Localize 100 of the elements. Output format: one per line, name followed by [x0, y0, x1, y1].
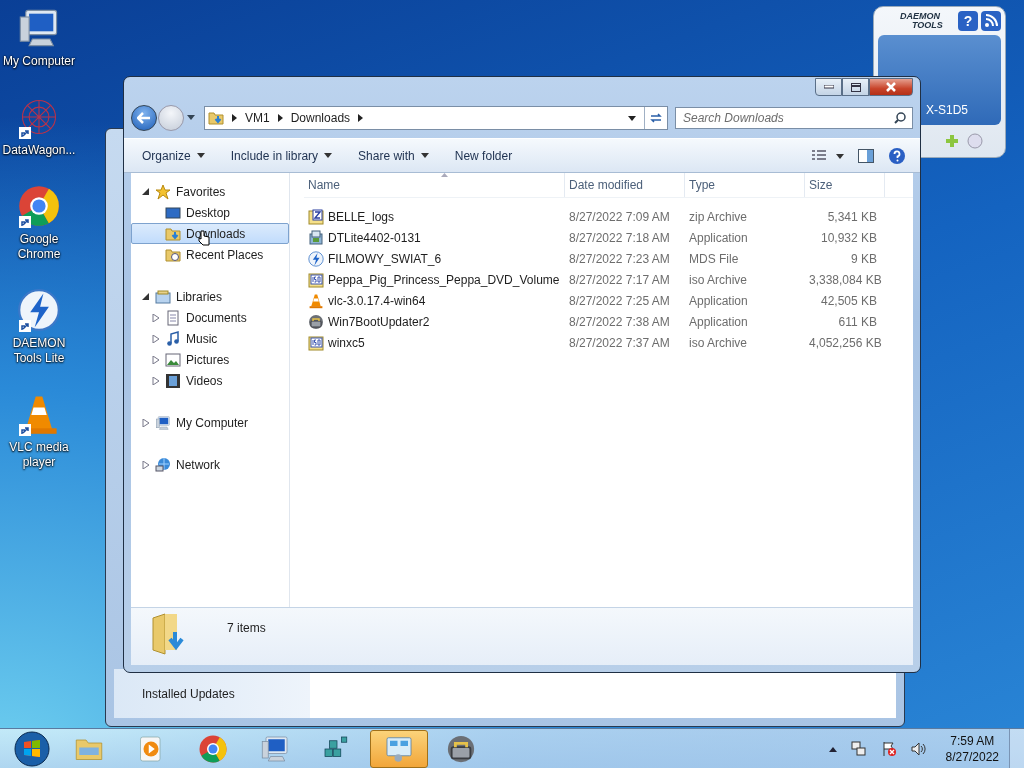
item-count: 7 items: [227, 621, 266, 635]
breadcrumb-arrow-icon[interactable]: [232, 114, 237, 122]
date-cell-text: 8/27/2022 7:09 AM: [568, 209, 671, 224]
collapsed-arrow-icon[interactable]: [142, 418, 150, 427]
address-bar[interactable]: VM1 Downloads: [204, 106, 668, 130]
file-name[interactable]: Win7BootUpdater2: [328, 314, 430, 329]
breadcrumb-item[interactable]: VM1: [245, 111, 270, 125]
installer-icon: [308, 229, 324, 246]
dropdown-caret-icon[interactable]: [628, 115, 636, 121]
column-header[interactable]: Size: [805, 173, 885, 197]
type-cell-text: iso Archive: [688, 335, 749, 350]
collapsed-arrow-icon[interactable]: [152, 334, 160, 343]
lightning-icon: [308, 250, 324, 267]
desktop-icon-label[interactable]: My Computer: [1, 54, 77, 69]
type-cell-text: Application: [688, 230, 749, 245]
help-icon[interactable]: [888, 146, 906, 165]
desktop-icon: [165, 204, 181, 221]
nav-item[interactable]: Music: [131, 328, 289, 349]
zip-file-icon: [308, 208, 324, 225]
toolbar-button[interactable]: Organize: [136, 144, 211, 167]
file-name[interactable]: DTLite4402-0131: [328, 230, 421, 245]
chrome-icon: [198, 733, 228, 764]
refresh-icon: [649, 112, 663, 124]
maximize-icon: [850, 82, 861, 92]
file-name[interactable]: vlc-3.0.17.4-win64: [328, 293, 426, 308]
date-cell-text: 8/27/2022 7:23 AM: [568, 251, 671, 266]
toolbox-icon: [446, 733, 476, 764]
feed-icon[interactable]: [981, 11, 1001, 31]
type-cell-text: Application: [688, 314, 749, 329]
toolbar-button[interactable]: New folder: [448, 144, 519, 167]
traffic-cone-icon: [308, 292, 324, 309]
date-cell-text: 8/27/2022 7:25 AM: [568, 293, 671, 308]
size-cell-text: 9 KB: [850, 251, 877, 266]
lightning-icon: [17, 288, 61, 332]
installed-updates-link[interactable]: Installed Updates: [142, 686, 235, 701]
toolbar-button[interactable]: Include in library: [224, 144, 339, 167]
file-name[interactable]: Peppa_Pig_Princess_Peppa_DVD_Volume: [328, 272, 560, 287]
start-button[interactable]: [13, 729, 51, 768]
breadcrumb-arrow-icon[interactable]: [358, 114, 364, 122]
column-header[interactable]: Type: [685, 173, 805, 197]
download-folder-icon: [208, 110, 224, 126]
file-name[interactable]: FILMOWY_SWIAT_6: [328, 251, 442, 266]
close-icon: [885, 82, 897, 92]
preview-pane-icon[interactable]: [858, 148, 874, 163]
expanded-arrow-icon[interactable]: [142, 292, 150, 301]
file-name[interactable]: winxc5: [328, 335, 365, 350]
flag-icon[interactable]: [880, 740, 897, 757]
show-hidden-icons-icon[interactable]: [828, 745, 837, 752]
type-cell-text: MDS File: [688, 251, 740, 266]
collapsed-arrow-icon[interactable]: [152, 376, 160, 385]
nav-item[interactable]: Pictures: [131, 349, 289, 370]
disc-image-icon: [308, 271, 324, 288]
toolbar-button[interactable]: Share with: [352, 144, 435, 167]
breadcrumb-arrow-icon[interactable]: [277, 114, 283, 122]
size-cell-text: 611 KB: [837, 314, 877, 329]
nav-item[interactable]: Libraries: [131, 286, 289, 307]
view-options-icon[interactable]: [812, 149, 844, 162]
nav-item[interactable]: My Computer: [131, 412, 289, 433]
type-cell-text: Application: [688, 293, 749, 308]
date-cell-text: 8/27/2022 7:37 AM: [568, 335, 671, 350]
breadcrumb-item[interactable]: Downloads: [290, 111, 351, 125]
taskbar-app-button[interactable]: [370, 729, 428, 768]
collapsed-arrow-icon[interactable]: [152, 355, 160, 364]
nav-item[interactable]: Documents: [131, 307, 289, 328]
date-cell-text: 8/27/2022 7:17 AM: [568, 272, 671, 287]
expanded-arrow-icon[interactable]: [142, 187, 150, 196]
search-icon[interactable]: [894, 112, 906, 124]
nav-item[interactable]: Network: [131, 454, 289, 475]
nav-item[interactable]: Desktop: [131, 202, 289, 223]
collapsed-arrow-icon[interactable]: [152, 313, 160, 322]
speaker-icon[interactable]: [910, 740, 927, 757]
file-name[interactable]: BELLE_logs: [328, 209, 395, 224]
search-field[interactable]: Search Downloads: [675, 107, 913, 129]
date-cell-text: 8/27/2022 7:18 AM: [568, 230, 671, 245]
desktop-icon-label[interactable]: DAEMON Tools Lite: [1, 336, 77, 366]
minimize-button[interactable]: [815, 78, 842, 96]
network-icon[interactable]: [850, 740, 867, 757]
type-cell-text: iso Archive: [688, 272, 749, 287]
maximize-button[interactable]: [842, 78, 869, 96]
collapsed-arrow-icon[interactable]: [142, 460, 150, 469]
drive-label: X-S1D5: [926, 103, 969, 117]
back-arrow-icon: [137, 112, 151, 124]
desktop-icon-label[interactable]: DataWagon...: [1, 143, 77, 158]
type-cell-text: zip Archive: [688, 209, 749, 224]
size-cell-text: 5,341 KB: [826, 209, 877, 224]
nav-item[interactable]: Videos: [131, 370, 289, 391]
nav-item[interactable]: Recent Places: [131, 244, 289, 265]
close-button[interactable]: [869, 78, 913, 96]
clock[interactable]: 7:59 AM 8/27/2022: [945, 732, 999, 765]
show-desktop-button[interactable]: [1009, 728, 1024, 768]
nav-item[interactable]: Favorites: [131, 181, 289, 202]
help-button[interactable]: ?: [958, 11, 978, 31]
computer-icon: [260, 733, 290, 764]
back-button[interactable]: [131, 105, 157, 131]
recent-folder-icon: [165, 246, 181, 263]
desktop-icon-label[interactable]: Google Chrome: [1, 232, 77, 262]
library-icon: [155, 288, 171, 305]
star-icon: [155, 183, 171, 200]
column-header[interactable]: Date modified: [565, 173, 685, 197]
recent-pages-caret-icon[interactable]: [187, 115, 195, 121]
